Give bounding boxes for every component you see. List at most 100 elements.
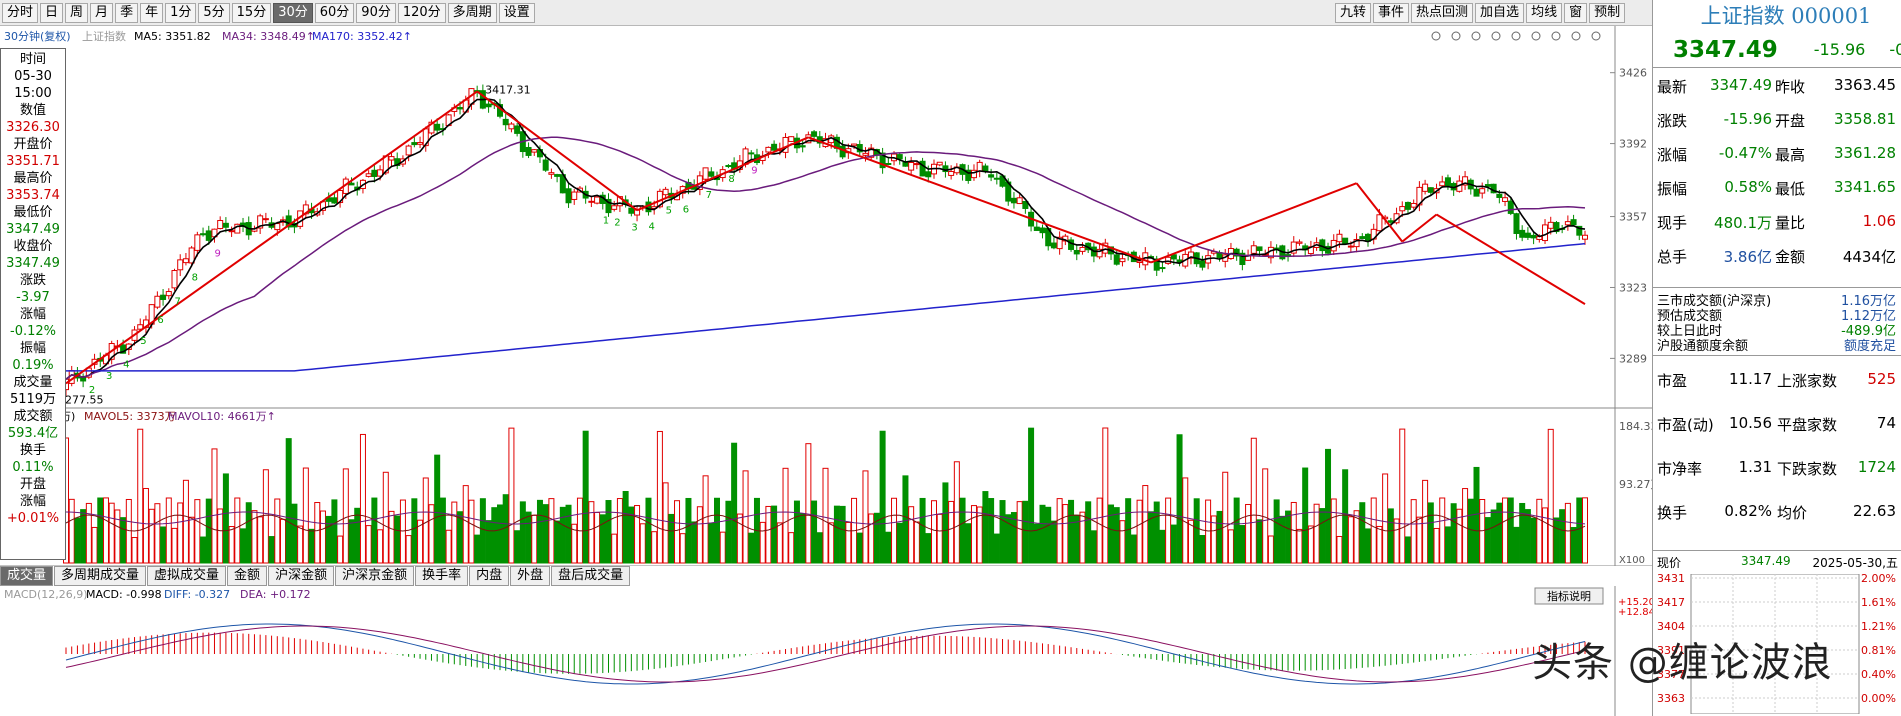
mini-right-tick: 1.61% xyxy=(1861,596,1896,609)
volume-bar xyxy=(645,497,652,564)
volume-bar xyxy=(1553,517,1560,564)
candle-body xyxy=(1342,237,1349,244)
volume-bar xyxy=(1273,499,1280,564)
volume-bar xyxy=(1484,517,1491,564)
indicator-tab[interactable]: 成交量 xyxy=(0,566,54,586)
candle-body xyxy=(936,161,943,166)
volume-bar xyxy=(736,513,743,564)
candle-body xyxy=(588,200,595,203)
tool-button[interactable]: 预制 xyxy=(1589,3,1626,23)
volume-bar xyxy=(314,502,321,564)
volume-bar xyxy=(160,526,167,564)
indicator-tab[interactable]: 虚拟成交量 xyxy=(147,566,227,586)
volume-bar xyxy=(377,529,384,564)
period-button[interactable]: 120分 xyxy=(397,2,446,23)
ma34-label: MA34: 3348.49↑ xyxy=(222,30,315,43)
tool-button[interactable]: 热点回测 xyxy=(1411,3,1474,23)
indicator-tab[interactable]: 外盘 xyxy=(510,566,551,586)
info-value: 0.19% xyxy=(12,358,54,373)
period-button[interactable]: 年 xyxy=(140,2,164,23)
volume-bar xyxy=(656,430,663,564)
period-button[interactable]: 周 xyxy=(65,2,89,23)
ma170-label: MA170: 3352.42↑ xyxy=(312,30,412,43)
quote-row: 涨幅 -0.47% 最高 3361.28 xyxy=(1657,144,1896,164)
volume-bar xyxy=(771,505,778,564)
volume-bar xyxy=(674,500,681,564)
kline-chart[interactable]: 30分钟(复权) 上证指数 MA5: 3351.82 MA34: 3348.49↑MA… xyxy=(0,26,1652,566)
candle-body xyxy=(1050,242,1057,249)
period-button[interactable]: 日 xyxy=(40,2,64,23)
volume-bar xyxy=(222,473,229,564)
candle-body xyxy=(1399,206,1406,212)
candle-body xyxy=(222,222,229,228)
volume-bar xyxy=(257,516,264,564)
indicator-tab[interactable]: 盘后成交量 xyxy=(551,566,631,586)
tool-button[interactable]: 窗 xyxy=(1564,3,1588,23)
candle-body xyxy=(594,196,601,204)
period-button[interactable]: 分时 xyxy=(2,2,39,23)
volume-bar xyxy=(634,505,641,564)
indicator-tab[interactable]: 沪深金额 xyxy=(268,566,335,586)
indicator-tab[interactable]: 金额 xyxy=(227,566,268,586)
index-title: 上证指数 000001 xyxy=(1700,4,1872,28)
candle-body xyxy=(1473,188,1480,197)
sequence-number: 6 xyxy=(157,315,163,326)
candle-body xyxy=(811,131,818,137)
candle-body xyxy=(1376,214,1383,232)
indicator-tab[interactable]: 内盘 xyxy=(469,566,510,586)
volume-bar xyxy=(188,516,195,564)
volume-bar xyxy=(862,470,869,564)
period-button[interactable]: 60分 xyxy=(314,2,355,23)
volume-bar xyxy=(931,500,937,564)
candle-body xyxy=(1039,227,1046,234)
info-value: +0.01% xyxy=(6,511,60,526)
volume-bar xyxy=(988,498,995,564)
volume-bar xyxy=(211,448,218,564)
info-value: 数值 xyxy=(19,103,46,118)
period-button[interactable]: 90分 xyxy=(356,2,396,23)
volume-bar xyxy=(131,537,138,564)
sequence-number: 9 xyxy=(751,166,757,177)
quote-row: 现手 480.1万 量比 1.06 xyxy=(1657,212,1896,232)
indicator-tab[interactable]: 换手率 xyxy=(415,566,469,586)
indicator-tab[interactable]: 沪深京金额 xyxy=(335,566,415,586)
volume-bar xyxy=(622,490,629,564)
volume-bar xyxy=(165,497,172,564)
volume-bar xyxy=(902,475,909,564)
volume-bar xyxy=(1159,529,1166,564)
period-button[interactable]: 1分 xyxy=(165,2,197,23)
tool-button[interactable]: 九转 xyxy=(1335,3,1372,23)
period-button[interactable]: 15分 xyxy=(231,2,272,23)
candle-body xyxy=(571,191,578,200)
candle-body xyxy=(411,142,418,146)
indicator-tab[interactable]: 多周期成交量 xyxy=(54,566,147,586)
tool-button[interactable]: 加自选 xyxy=(1475,3,1525,23)
period-button[interactable]: 5分 xyxy=(198,2,230,23)
candle-body xyxy=(1502,197,1509,202)
volume-bar xyxy=(811,500,818,564)
volume-bar xyxy=(1399,428,1406,564)
volume-bar xyxy=(765,505,772,564)
period-button[interactable]: 多周期 xyxy=(447,2,497,23)
volume-bar xyxy=(1222,471,1229,564)
candle-body xyxy=(1564,221,1571,226)
volume-bar xyxy=(1530,517,1537,564)
candle-body xyxy=(1159,267,1166,270)
volume-bar xyxy=(1102,427,1109,564)
volume-bar xyxy=(1165,497,1172,564)
tool-button[interactable]: 事件 xyxy=(1373,3,1410,23)
period-button[interactable]: 季 xyxy=(115,2,139,23)
period-button[interactable]: 30分 xyxy=(273,2,313,23)
period-button[interactable]: 设置 xyxy=(498,2,535,23)
ma5-label: MA5: 3351.82 xyxy=(134,30,211,43)
tool-button[interactable]: 均线 xyxy=(1526,3,1563,23)
volume-bar xyxy=(970,505,977,564)
sequence-number: 5 xyxy=(666,205,672,216)
macd-chart[interactable]: MACD(12,26,9)MACD: -0.998 DIFF: -0.327 DEA… xyxy=(0,586,1652,716)
volume-bar xyxy=(108,502,115,564)
volume-bar xyxy=(662,482,669,564)
volume-bar xyxy=(1559,509,1566,564)
period-button[interactable]: 月 xyxy=(90,2,114,23)
candle-body xyxy=(200,233,207,236)
volume-bar xyxy=(1336,535,1343,564)
